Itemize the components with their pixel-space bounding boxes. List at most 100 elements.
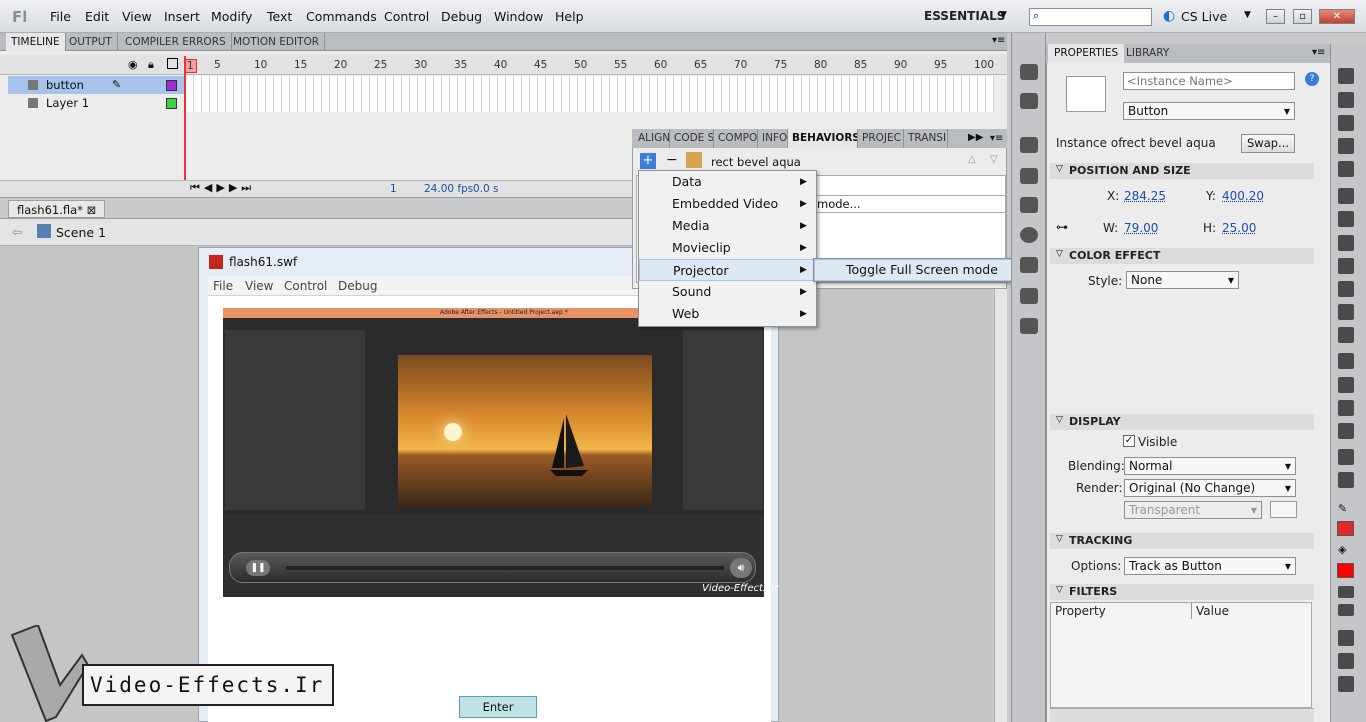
stage-scrollbar[interactable] xyxy=(994,246,1007,722)
menu-window[interactable]: Window xyxy=(494,9,543,24)
remove-behavior-button[interactable]: − xyxy=(666,152,678,168)
menu-file[interactable]: File xyxy=(50,9,71,24)
filters-section[interactable]: FILTERS xyxy=(1050,584,1314,600)
menu-modify[interactable]: Modify xyxy=(211,9,252,24)
swap-colors-icon[interactable] xyxy=(1338,586,1354,598)
menu-debug[interactable]: Debug xyxy=(441,9,482,24)
lasso-tool-icon[interactable] xyxy=(1338,161,1354,177)
playback-controls[interactable]: ⏮◀▶▶⏭ xyxy=(190,181,255,195)
tab-properties[interactable]: PROPERTIES xyxy=(1048,44,1125,63)
tab-align[interactable]: ALIGN xyxy=(634,129,670,148)
frame-rate[interactable]: 24.00 fps xyxy=(424,183,473,195)
menu-text[interactable]: Text xyxy=(267,9,292,24)
eye-icon[interactable]: ◉ xyxy=(128,58,138,71)
eraser-tool-icon[interactable] xyxy=(1338,423,1354,439)
behavior-row[interactable]: mode... xyxy=(812,195,1006,213)
document-tab[interactable]: flash61.fla* ⊠ xyxy=(8,200,106,218)
help-icon[interactable]: ? xyxy=(1305,72,1319,86)
tracking-section[interactable]: TRACKING xyxy=(1050,533,1314,549)
pen-tool-icon[interactable] xyxy=(1338,188,1354,204)
fill-color-swatch[interactable] xyxy=(1337,563,1354,578)
menu-item-data[interactable]: Data xyxy=(639,171,816,193)
hand-tool-icon[interactable] xyxy=(1338,449,1354,465)
swf-menu-view[interactable]: View xyxy=(245,279,273,293)
subselection-tool-icon[interactable] xyxy=(1338,92,1354,108)
swf-menu-file[interactable]: File xyxy=(213,279,233,293)
position-size-section[interactable]: POSITION AND SIZE xyxy=(1050,163,1314,179)
code-snippets-icon[interactable] xyxy=(1020,168,1038,184)
line-tool-icon[interactable] xyxy=(1338,235,1354,251)
tab-transform[interactable]: TRANSI xyxy=(904,129,948,148)
tab-output[interactable]: OUTPUT xyxy=(64,33,118,51)
outline-icon[interactable] xyxy=(167,58,178,69)
transform-icon[interactable] xyxy=(1020,318,1038,334)
menu-edit[interactable]: Edit xyxy=(85,9,109,24)
blending-select[interactable]: Normal xyxy=(1124,457,1296,475)
color-effect-section[interactable]: COLOR EFFECT xyxy=(1050,248,1314,264)
cs-live-button[interactable]: CS Live xyxy=(1181,9,1227,24)
menu-insert[interactable]: Insert xyxy=(164,9,200,24)
outline-color-icon[interactable] xyxy=(166,80,177,91)
chevron-down-icon[interactable]: ▽ xyxy=(1056,249,1063,259)
swap-button[interactable]: Swap... xyxy=(1241,134,1295,153)
color-style-select[interactable]: None xyxy=(1126,271,1239,289)
pause-button[interactable]: ❚❚ xyxy=(246,560,270,576)
playhead[interactable] xyxy=(184,56,186,196)
menu-view[interactable]: View xyxy=(122,9,152,24)
back-arrow-icon[interactable]: ⇦ xyxy=(12,225,22,239)
help-search-input[interactable]: ⌕ xyxy=(1029,8,1152,26)
paint-bucket-tool-icon[interactable] xyxy=(1338,377,1354,393)
frame-grid[interactable] xyxy=(186,76,994,112)
chevron-down-icon[interactable]: ▼ xyxy=(1000,10,1007,20)
filters-toolbar[interactable] xyxy=(1050,708,1314,722)
smooth-icon[interactable] xyxy=(1338,653,1354,669)
selection-tool-icon[interactable] xyxy=(1338,68,1354,84)
swatches-icon[interactable] xyxy=(1020,93,1038,109)
move-down-icon[interactable]: ▽ xyxy=(990,154,998,165)
components-icon[interactable] xyxy=(1020,197,1038,213)
expand-icon[interactable]: ▶▶ xyxy=(968,132,983,143)
link-icon[interactable]: ⊶ xyxy=(1056,220,1068,234)
swf-menu-debug[interactable]: Debug xyxy=(338,279,377,293)
menu-item-projector[interactable]: Projector xyxy=(639,259,816,281)
menu-help[interactable]: Help xyxy=(555,9,584,24)
tab-code-snippets[interactable]: CODE SI xyxy=(670,129,714,148)
close-button[interactable]: ✕ xyxy=(1319,9,1355,24)
h-value[interactable]: 25.00 xyxy=(1222,221,1256,235)
tracking-select[interactable]: Track as Button xyxy=(1124,557,1296,575)
tab-components[interactable]: COMPO xyxy=(714,129,758,148)
color-panel-icon[interactable] xyxy=(1020,64,1038,80)
menu-commands[interactable]: Commands xyxy=(306,9,377,24)
free-transform-tool-icon[interactable] xyxy=(1338,115,1354,131)
behaviors-icon[interactable] xyxy=(1020,257,1038,273)
display-section[interactable]: DISPLAY xyxy=(1050,414,1314,430)
panel-menu-icon[interactable]: ▾≡ xyxy=(992,35,1005,46)
menu-item-movieclip[interactable]: Movieclip xyxy=(639,237,816,259)
brush-tool-icon[interactable] xyxy=(1338,304,1354,320)
close-icon[interactable]: ⊠ xyxy=(87,203,97,217)
project-icon[interactable] xyxy=(1020,288,1038,304)
enter-button[interactable]: Enter xyxy=(459,696,537,718)
w-value[interactable]: 79.00 xyxy=(1124,221,1158,235)
stroke-color-swatch[interactable] xyxy=(1337,521,1354,536)
tab-library[interactable]: LIBRARY xyxy=(1120,44,1175,63)
outline-color-icon[interactable] xyxy=(166,98,177,109)
seek-bar[interactable] xyxy=(286,566,724,570)
menu-item-sound[interactable]: Sound xyxy=(639,281,816,303)
rectangle-tool-icon[interactable] xyxy=(1338,258,1354,274)
panel-menu-icon[interactable]: ▾≡ xyxy=(990,133,1003,144)
align-icon[interactable] xyxy=(1020,137,1038,153)
add-behavior-button[interactable]: + xyxy=(640,153,656,169)
straighten-icon[interactable] xyxy=(1338,676,1354,692)
menu-item-media[interactable]: Media xyxy=(639,215,816,237)
menu-item-toggle-fullscreen[interactable]: Toggle Full Screen mode xyxy=(814,259,1028,281)
menu-control[interactable]: Control xyxy=(384,9,429,24)
zoom-tool-icon[interactable] xyxy=(1338,472,1354,488)
panel-menu-icon[interactable]: ▾≡ xyxy=(1312,47,1325,58)
tab-timeline[interactable]: TIMELINE xyxy=(6,33,66,51)
minimize-button[interactable]: – xyxy=(1266,9,1285,24)
tab-project[interactable]: PROJEC xyxy=(858,129,904,148)
scene-name[interactable]: Scene 1 xyxy=(56,225,106,240)
symbol-type-select[interactable]: Button xyxy=(1123,102,1295,120)
chevron-down-icon[interactable]: ▽ xyxy=(1056,585,1063,595)
